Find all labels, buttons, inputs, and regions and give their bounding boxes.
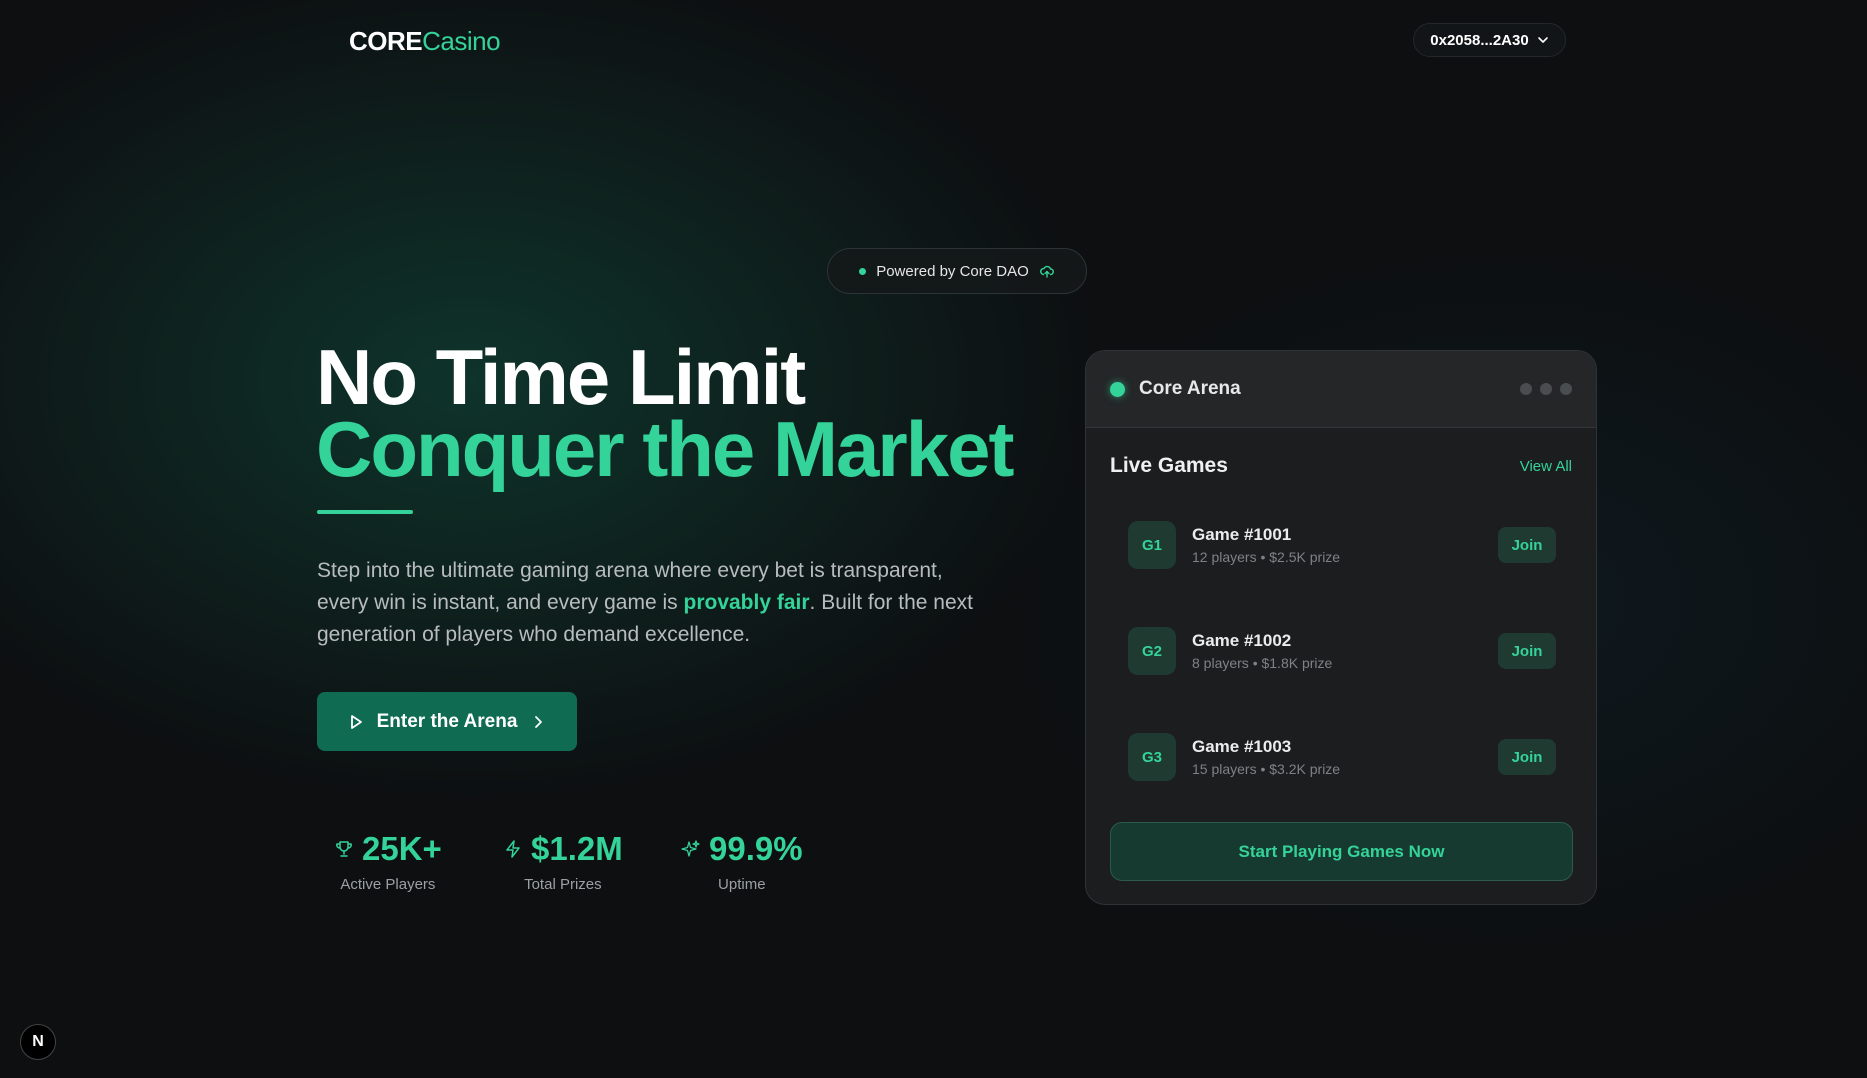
view-all-link[interactable]: View All	[1520, 458, 1572, 475]
stat-total-prizes: $1.2M Total Prizes	[503, 830, 623, 893]
cloud-upload-icon	[1039, 265, 1054, 278]
powered-by-badge: Powered by Core DAO	[827, 248, 1087, 294]
dev-tools-button[interactable]: N	[20, 1024, 56, 1060]
game-badge: G1	[1128, 521, 1176, 569]
logo-core-text: CORE	[349, 26, 423, 56]
stat-label: Active Players	[340, 876, 436, 893]
core-arena-card: Core Arena Live Games View All G1 Game #…	[1085, 350, 1597, 905]
chevron-right-icon	[535, 715, 543, 728]
hero-description: Step into the ultimate gaming arena wher…	[317, 555, 977, 651]
join-button[interactable]: Join	[1498, 633, 1556, 669]
game-name: Game #1001	[1192, 525, 1292, 544]
game-meta: 8 players • $1.8K prize	[1192, 655, 1333, 671]
card-title: Core Arena	[1139, 378, 1241, 399]
enter-arena-label: Enter the Arena	[376, 710, 518, 732]
game-meta: 15 players • $3.2K prize	[1192, 761, 1341, 777]
game-badge: G2	[1128, 627, 1176, 675]
stat-active-players: 25K+ Active Players	[334, 830, 442, 893]
game-row: G3 Game #1003 15 players • $3.2K prize J…	[1128, 733, 1556, 781]
trophy-icon	[336, 841, 352, 857]
logo-casino-text: Casino	[422, 26, 501, 56]
desc-highlight: provably fair	[683, 591, 810, 614]
live-games-header: Live Games View All	[1110, 454, 1572, 478]
hero-title-line2: Conquer the Market	[316, 405, 1014, 493]
sparkle-icon	[681, 840, 700, 857]
wallet-button[interactable]: 0x2058...2A30	[1413, 23, 1566, 57]
card-header: Core Arena	[1086, 351, 1596, 428]
play-icon	[350, 714, 362, 729]
stat-value: 25K+	[362, 830, 442, 867]
join-button[interactable]: Join	[1498, 527, 1556, 563]
window-dots	[1520, 383, 1572, 395]
game-badge: G3	[1128, 733, 1176, 781]
game-meta: 12 players • $2.5K prize	[1192, 549, 1341, 565]
stat-label: Uptime	[718, 876, 766, 893]
enter-arena-button[interactable]: Enter the Arena	[317, 692, 577, 751]
live-games-title: Live Games	[1110, 454, 1228, 477]
brand-logo[interactable]: CORECasino	[349, 26, 501, 57]
start-playing-button[interactable]: Start Playing Games Now	[1110, 822, 1573, 881]
chevron-down-icon	[1537, 37, 1548, 43]
join-button[interactable]: Join	[1498, 739, 1556, 775]
wallet-address: 0x2058...2A30	[1430, 31, 1529, 49]
powered-by-text: Powered by Core DAO	[876, 262, 1029, 280]
game-name: Game #1003	[1192, 737, 1292, 756]
stat-value: $1.2M	[531, 830, 623, 867]
game-row: G2 Game #1002 8 players • $1.8K prize Jo…	[1128, 627, 1556, 675]
stat-value: 99.9%	[709, 830, 803, 867]
stat-label: Total Prizes	[524, 876, 602, 893]
live-indicator	[1110, 381, 1125, 397]
stat-uptime: 99.9% Uptime	[681, 830, 803, 893]
lightning-icon	[506, 840, 520, 858]
title-underline	[317, 510, 413, 514]
game-name: Game #1002	[1192, 631, 1292, 650]
game-row: G1 Game #1001 12 players • $2.5K prize J…	[1128, 521, 1556, 569]
status-dot	[859, 267, 867, 275]
